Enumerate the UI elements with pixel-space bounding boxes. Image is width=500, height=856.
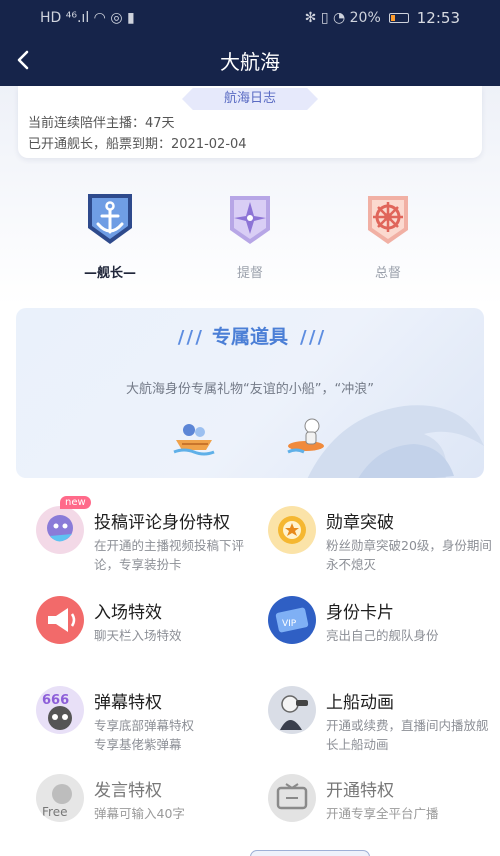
- status-bar: HD ⁴⁶.ıl ◠ ◎ ▮ ✻ ▯ ◔ 20% 12:53: [0, 0, 500, 36]
- free-text: Free: [42, 805, 67, 819]
- danmaku-666-icon: 666: [36, 686, 84, 734]
- danmaku-666-text: 666: [42, 693, 69, 708]
- privilege-name: 身份卡片: [326, 603, 394, 623]
- privilege-desc: 在开通的主播视频投稿下评论，专享装扮卡: [94, 538, 245, 572]
- megaphone-icon: [36, 596, 84, 644]
- rank-governor[interactable]: 总督: [348, 188, 428, 281]
- slash-decoration-right: / / /: [300, 327, 324, 348]
- privilege-item-open[interactable]: 开通特权 开通专享全平台广播: [268, 774, 488, 844]
- companion-days: 当前连续陪伴主播：47天: [28, 116, 175, 131]
- privilege-item-speech[interactable]: Free 发言特权 弹幕可输入40字: [36, 774, 256, 844]
- privilege-desc: 粉丝勋章突破20级，身份期间永不熄灭: [326, 538, 492, 572]
- new-badge: new: [60, 496, 91, 509]
- rank-admiral[interactable]: 提督: [210, 188, 290, 281]
- broadcast-tv-icon: [268, 774, 316, 822]
- privilege-name: 投稿评论身份特权: [94, 513, 230, 533]
- privilege-item-identity-card[interactable]: VIP 身份卡片 亮出自己的舰队身份: [268, 596, 488, 666]
- privilege-desc: 专享底部弹幕特权 专享基佬紫弹幕: [94, 718, 195, 752]
- free-speech-icon: Free: [36, 774, 84, 822]
- status-right: ✻ ▯ ◔ 20% 12:53: [305, 9, 460, 27]
- exclusive-props-title: / / / 专属道具 / / /: [16, 322, 484, 349]
- compass-badge-icon: [220, 188, 280, 248]
- surf-gift-icon[interactable]: [286, 414, 330, 458]
- privilege-name: 上船动画: [326, 693, 394, 713]
- privilege-name: 入场特效: [94, 603, 162, 623]
- anchor-badge-icon: [80, 188, 140, 248]
- page-title: 大航海: [220, 50, 280, 74]
- privilege-desc: 开通或续费，直播间内播放舰长上船动画: [326, 718, 489, 752]
- ship-wheel-badge-icon: [358, 188, 418, 248]
- boat-gift-icon[interactable]: [172, 414, 216, 458]
- privilege-name: 勋章突破: [326, 513, 394, 533]
- rank-captain-text: 舰长: [96, 266, 123, 281]
- rank-captain[interactable]: —舰长—: [70, 188, 150, 281]
- privilege-desc: 弹幕可输入40字: [94, 806, 185, 821]
- bottom-floating-button[interactable]: [250, 850, 370, 856]
- battery-icon: [388, 13, 409, 23]
- slash-decoration-left: / / /: [177, 327, 202, 348]
- rank-captain-label: —舰长—: [83, 266, 136, 281]
- privilege-name: 发言特权: [94, 781, 162, 801]
- privilege-name: 弹幕特权: [94, 693, 162, 713]
- exclusive-props-card: / / / 专属道具 / / / 大航海身份专属礼物“友谊的小船”，“冲浪”: [16, 308, 484, 478]
- medal-icon: [268, 506, 316, 554]
- privilege-item-boarding-animation[interactable]: 上船动画 开通或续费，直播间内播放舰长上船动画: [268, 686, 489, 756]
- vip-card-icon: VIP: [268, 596, 316, 644]
- privilege-desc: 亮出自己的舰队身份: [326, 628, 439, 643]
- privilege-item-medal-breakthrough[interactable]: 勋章突破 粉丝勋章突破20级，身份期间永不熄灭: [268, 506, 492, 576]
- boarding-animation-icon: [268, 686, 316, 734]
- privilege-name: 开通特权: [326, 781, 394, 801]
- privilege-desc: 开通专享全平台广播: [326, 806, 439, 821]
- nav-bar: 大航海: [0, 36, 500, 86]
- vip-text: VIP: [282, 619, 297, 629]
- exclusive-props-desc: 大航海身份专属礼物“友谊的小船”，“冲浪”: [126, 382, 374, 397]
- ticket-expiry: 已开通舰长，船票到期：2021-02-04: [28, 137, 247, 152]
- privilege-desc: 聊天栏入场特效: [94, 628, 182, 643]
- system-status: ✻ ▯ ◔ 20%: [304, 10, 381, 26]
- privilege-item-comment-identity[interactable]: new 投稿评论身份特权 在开通的主播视频投稿下评论，专享装扮卡: [36, 496, 256, 576]
- clock: 12:53: [416, 9, 460, 27]
- rank-governor-label: 总督: [374, 266, 401, 281]
- network-status: HD ⁴⁶.ıl ◠ ◎ ▮: [40, 10, 135, 26]
- rank-admiral-label: 提督: [236, 266, 263, 281]
- top-bar: HD ⁴⁶.ıl ◠ ◎ ▮ ✻ ▯ ◔ 20% 12:53 大航海: [0, 0, 500, 86]
- status-left: HD ⁴⁶.ıl ◠ ◎ ▮: [40, 10, 135, 26]
- comment-identity-icon: [36, 506, 84, 554]
- privilege-item-danmaku[interactable]: 666 弹幕特权 专享底部弹幕特权 专享基佬紫弹幕: [36, 686, 256, 756]
- voyage-log-tag: 航海日志: [182, 88, 318, 110]
- privilege-item-entrance-effect[interactable]: 入场特效 聊天栏入场特效: [36, 596, 256, 666]
- exclusive-props-title-text: 专属道具: [211, 326, 288, 348]
